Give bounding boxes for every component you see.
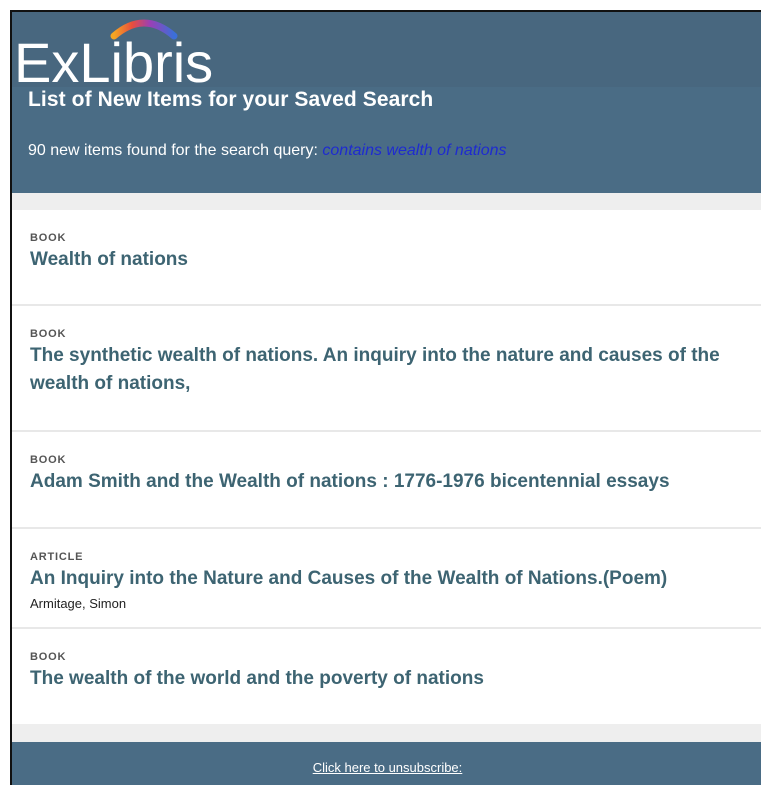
svg-text:ExLibris: ExLibris bbox=[14, 31, 213, 87]
footer: Click here to unsubscribe: bbox=[12, 742, 761, 785]
item-title-link[interactable]: The synthetic wealth of nations. An inqu… bbox=[30, 342, 739, 398]
item-title-link[interactable]: Wealth of nations bbox=[30, 246, 739, 274]
item-type: BOOK bbox=[30, 328, 67, 340]
search-summary: 90 new items found for the search query:… bbox=[28, 142, 507, 160]
unsubscribe-link[interactable]: Click here to unsubscribe: bbox=[12, 760, 761, 775]
header: ExLibris List of New Items for your Save… bbox=[12, 12, 761, 193]
item-type: BOOK bbox=[30, 232, 67, 244]
item-title-link[interactable]: Adam Smith and the Wealth of nations : 1… bbox=[30, 468, 739, 496]
item-title-link[interactable]: The wealth of the world and the poverty … bbox=[30, 665, 739, 693]
item-author: Armitage, Simon bbox=[30, 596, 127, 611]
page-title: List of New Items for your Saved Search bbox=[28, 88, 434, 111]
spacer bbox=[12, 193, 761, 210]
item-title-link[interactable]: An Inquiry into the Nature and Causes of… bbox=[30, 565, 739, 593]
item-type: ARTICLE bbox=[30, 551, 84, 563]
email-frame: ExLibris List of New Items for your Save… bbox=[10, 10, 761, 785]
list-item: BOOK Adam Smith and the Wealth of nation… bbox=[12, 432, 761, 529]
item-type: BOOK bbox=[30, 651, 67, 663]
list-item: BOOK The wealth of the world and the pov… bbox=[12, 629, 761, 724]
results-list: BOOK Wealth of nations BOOK The syntheti… bbox=[12, 210, 761, 724]
list-item: BOOK The synthetic wealth of nations. An… bbox=[12, 306, 761, 432]
list-item: ARTICLE An Inquiry into the Nature and C… bbox=[12, 529, 761, 629]
spacer bbox=[12, 724, 761, 742]
list-item: BOOK Wealth of nations bbox=[12, 210, 761, 306]
item-type: BOOK bbox=[30, 454, 67, 466]
summary-text: 90 new items found for the search query: bbox=[28, 142, 323, 159]
search-query-link[interactable]: contains wealth of nations bbox=[322, 142, 506, 159]
exlibris-logo: ExLibris bbox=[14, 19, 213, 87]
